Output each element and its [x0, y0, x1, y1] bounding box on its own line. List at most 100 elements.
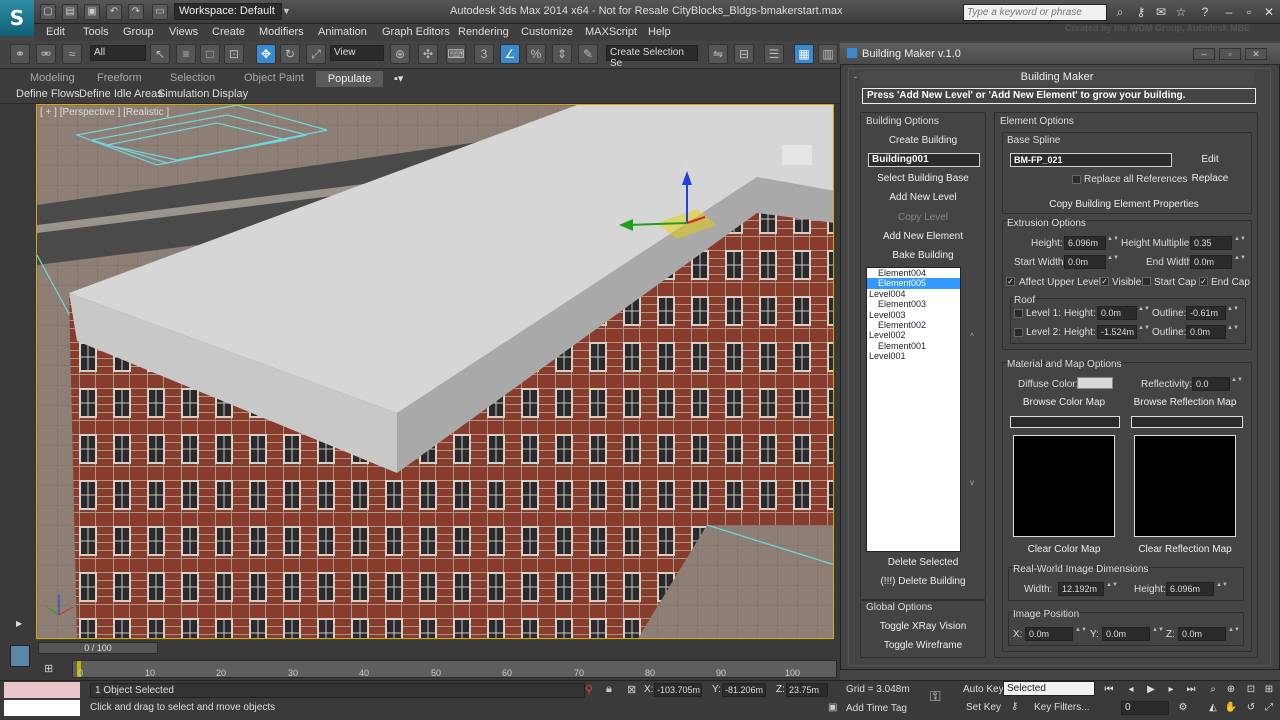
list-item[interactable]: Element002: [867, 320, 960, 330]
edit-button[interactable]: Edit: [1184, 152, 1236, 167]
keyboard-shortcut-icon[interactable]: ⌨: [446, 44, 466, 64]
menu-animation[interactable]: Animation: [318, 24, 367, 41]
ip-z-spinner[interactable]: ▲▼: [1228, 627, 1240, 641]
set-key-button[interactable]: Set Key: [966, 702, 1001, 713]
select-rotate-icon[interactable]: ↻: [280, 44, 300, 64]
scroll-down-icon[interactable]: v: [970, 478, 974, 487]
ribbon-options-icon[interactable]: ▪▾: [394, 72, 403, 86]
window-crossing-icon[interactable]: ⊡: [224, 44, 244, 64]
time-tag-icon[interactable]: ▣: [828, 702, 837, 713]
menu-tools[interactable]: Tools: [83, 24, 109, 41]
add-time-tag-button[interactable]: Add Time Tag: [846, 703, 907, 714]
key-icon[interactable]: ⚷: [1134, 5, 1148, 19]
pan-icon[interactable]: ✋: [1224, 702, 1238, 714]
list-item[interactable]: Element004: [867, 268, 960, 278]
roof-level1-outline-spinner[interactable]: ▲▼: [1227, 306, 1239, 320]
close-icon[interactable]: ✕: [1262, 5, 1276, 19]
rect-selection-icon[interactable]: □: [200, 44, 220, 64]
select-scale-icon[interactable]: ⤢: [306, 44, 326, 64]
list-item[interactable]: Element003: [867, 299, 960, 309]
simulation-button[interactable]: Simulation: [158, 88, 209, 101]
mirror-icon[interactable]: ⇋: [708, 44, 728, 64]
new-file-icon[interactable]: ▢: [40, 4, 56, 20]
tab-populate[interactable]: Populate: [316, 71, 383, 87]
field-of-view-icon[interactable]: ◭: [1206, 702, 1220, 714]
affect-upper-levels-checkbox[interactable]: ✓: [1006, 277, 1015, 286]
end-width-field[interactable]: 0.0m: [1190, 255, 1232, 269]
previous-frame-icon[interactable]: ◂: [1124, 684, 1138, 696]
list-item[interactable]: Level001: [867, 351, 960, 361]
reference-coordinate-dropdown[interactable]: View: [330, 45, 384, 61]
undo-icon[interactable]: ↶: [106, 4, 122, 20]
align-icon[interactable]: ⊟: [734, 44, 754, 64]
current-frame-field[interactable]: 0: [1121, 701, 1169, 715]
key-filters-button[interactable]: Key Filters...: [1034, 702, 1090, 713]
orbit-icon[interactable]: ↺: [1244, 702, 1258, 714]
define-flows-button[interactable]: Define Flows: [16, 88, 80, 101]
start-width-spinner[interactable]: ▲▼: [1107, 255, 1119, 269]
maximize-icon[interactable]: ▫: [1219, 48, 1241, 60]
add-new-element-button[interactable]: Add New Element: [868, 229, 978, 244]
zoom-all-icon[interactable]: ⊕: [1224, 684, 1238, 696]
reflectivity-spinner[interactable]: ▲▼: [1231, 377, 1243, 391]
rollout-title[interactable]: Building Maker: [860, 71, 1254, 85]
tab-selection[interactable]: Selection: [170, 72, 215, 86]
key-mode-icon[interactable]: ⚿: [930, 688, 941, 705]
bind-space-warp-icon[interactable]: ≈: [62, 44, 82, 64]
favorites-icon[interactable]: ☆: [1174, 5, 1188, 19]
browse-reflection-map-button[interactable]: Browse Reflection Map: [1132, 395, 1238, 410]
height-field[interactable]: 6.096m: [1064, 236, 1106, 250]
maxscript-input-swatch[interactable]: [4, 700, 80, 716]
roof-level1-checkbox[interactable]: [1014, 309, 1023, 318]
copy-level-button[interactable]: Copy Level: [868, 210, 978, 225]
search-input[interactable]: Type a keyword or phrase: [963, 4, 1107, 21]
perspective-viewport[interactable]: z: [36, 104, 834, 639]
roof-level1-outline-field[interactable]: -0.61m: [1186, 306, 1226, 320]
roof-level2-checkbox[interactable]: [1014, 328, 1023, 337]
y-coord-field[interactable]: -81.206m: [722, 683, 766, 697]
expand-panel-icon[interactable]: ▶: [16, 619, 26, 629]
menu-views[interactable]: Views: [169, 24, 198, 41]
communication-icon[interactable]: ✉: [1154, 5, 1168, 19]
menu-graph-editors[interactable]: Graph Editors: [382, 24, 450, 41]
ip-y-spinner[interactable]: ▲▼: [1152, 627, 1164, 641]
time-slider[interactable]: 0 / 100: [38, 642, 158, 654]
x-coord-field[interactable]: -103.705m: [654, 683, 702, 697]
select-by-name-icon[interactable]: ≡: [176, 44, 196, 64]
display-button[interactable]: Display: [212, 88, 248, 101]
roof-level1-height-field[interactable]: 0.0m: [1097, 306, 1137, 320]
menu-customize[interactable]: Customize: [521, 24, 573, 41]
roof-level2-height-field[interactable]: -1.524m: [1097, 325, 1137, 339]
layer-manager-icon[interactable]: ☰: [764, 44, 784, 64]
absolute-mode-icon[interactable]: ⊠: [627, 683, 636, 696]
diffuse-color-swatch[interactable]: [1077, 377, 1113, 389]
edit-named-selection-icon[interactable]: ✎: [578, 44, 598, 64]
roof-level2-outline-field[interactable]: 0.0m: [1186, 325, 1226, 339]
list-item[interactable]: Level003: [867, 310, 960, 320]
auto-key-button[interactable]: Auto Key: [963, 684, 1004, 695]
define-idle-areas-button[interactable]: Define Idle Areas: [79, 88, 163, 101]
list-item[interactable]: Level002: [867, 330, 960, 340]
maxscript-listener-swatch[interactable]: [4, 682, 80, 698]
next-frame-icon[interactable]: ▸: [1164, 684, 1178, 696]
select-move-icon[interactable]: ✥: [256, 44, 276, 64]
go-to-start-icon[interactable]: ⏮: [1102, 684, 1116, 696]
menu-help[interactable]: Help: [648, 24, 671, 41]
roof-level1-height-spinner[interactable]: ▲▼: [1138, 306, 1150, 320]
select-object-icon[interactable]: ↖: [150, 44, 170, 64]
pin-icon[interactable]: ⚲: [585, 683, 593, 696]
spinner-snap-icon[interactable]: ⇕: [552, 44, 572, 64]
named-selection-set-dropdown[interactable]: Create Selection Se: [606, 45, 698, 69]
replace-all-refs-checkbox[interactable]: [1072, 175, 1081, 184]
manipulate-icon[interactable]: ✣: [418, 44, 438, 64]
rw-width-spinner[interactable]: ▲▼: [1106, 582, 1118, 596]
angle-snap-icon[interactable]: ∠: [500, 44, 520, 64]
bake-building-button[interactable]: Bake Building: [868, 248, 978, 263]
menu-edit[interactable]: Edit: [46, 24, 65, 41]
delete-building-button[interactable]: (!!!) Delete Building: [868, 574, 978, 589]
help-icon[interactable]: ?: [1198, 5, 1212, 19]
collapse-icon[interactable]: -: [854, 72, 857, 82]
selection-filter-dropdown[interactable]: All: [90, 45, 146, 61]
project-folder-icon[interactable]: ▭: [152, 4, 168, 20]
scroll-up-icon[interactable]: ^: [970, 332, 974, 341]
